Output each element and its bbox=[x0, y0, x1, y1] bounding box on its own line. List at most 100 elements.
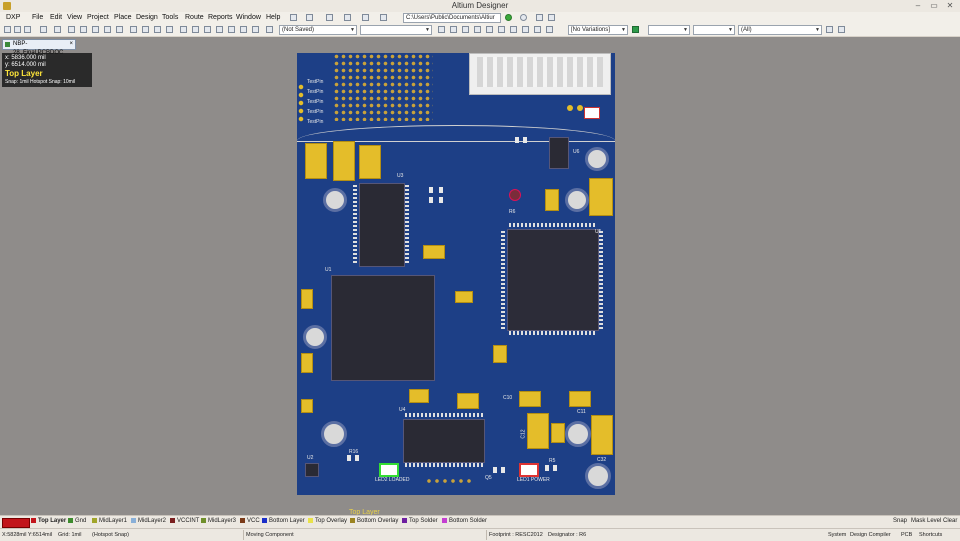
qfp-u5[interactable] bbox=[507, 229, 599, 331]
layer-color-icon[interactable] bbox=[632, 26, 639, 33]
capacitor[interactable] bbox=[545, 189, 559, 211]
multi-route-icon[interactable] bbox=[462, 26, 469, 33]
open-project-icon[interactable] bbox=[68, 26, 75, 33]
test-pin-row[interactable] bbox=[297, 83, 305, 123]
home-icon[interactable] bbox=[536, 14, 543, 21]
menu-file[interactable]: File bbox=[32, 14, 43, 21]
filter-icon[interactable] bbox=[326, 14, 333, 21]
mounting-hole[interactable] bbox=[323, 188, 347, 212]
smd-resistor-r5[interactable] bbox=[545, 465, 549, 471]
layer-tab-bottom-layer[interactable]: Bottom Layer bbox=[262, 518, 305, 524]
resistor-r6-selected[interactable] bbox=[509, 189, 521, 201]
transistor-q5[interactable] bbox=[501, 467, 505, 473]
layer-tab-gnd[interactable]: Gnd bbox=[68, 518, 86, 524]
mask-level-button[interactable]: Mask Level bbox=[911, 518, 941, 524]
tab-pcb-document[interactable]: NBP-28_Final.PCBDOC × bbox=[2, 39, 76, 56]
zoom-fit-icon[interactable] bbox=[80, 26, 87, 33]
smd-resistor-r16[interactable] bbox=[347, 455, 351, 461]
net-combo[interactable]: ▼ bbox=[693, 25, 735, 35]
blank-combo[interactable]: ▼ bbox=[360, 25, 432, 35]
zoom-area-icon[interactable] bbox=[92, 26, 99, 33]
mounting-hole[interactable] bbox=[585, 147, 609, 171]
move-icon[interactable] bbox=[192, 26, 199, 33]
test-point-row[interactable] bbox=[425, 477, 475, 485]
class-combo[interactable]: ▼ bbox=[648, 25, 690, 35]
layer-tab-top-solder[interactable]: Top Solder bbox=[402, 518, 438, 524]
menu-reports[interactable]: Reports bbox=[208, 14, 233, 21]
capacitor[interactable] bbox=[423, 245, 445, 259]
layer-tab-midlayer1[interactable]: MidLayer1 bbox=[92, 518, 127, 524]
transistor-q5[interactable] bbox=[493, 467, 497, 473]
panel-pcb-button[interactable]: PCB bbox=[901, 532, 912, 538]
capacitor-tantalum[interactable] bbox=[359, 145, 381, 179]
layer-tab-bottom-solder[interactable]: Bottom Solder bbox=[442, 518, 487, 524]
close-button[interactable]: ✕ bbox=[944, 1, 956, 10]
capacitor-tantalum[interactable] bbox=[333, 141, 355, 181]
menu-edit[interactable]: Edit bbox=[50, 14, 62, 21]
mounting-hole[interactable] bbox=[565, 421, 591, 447]
browse-icon[interactable] bbox=[266, 26, 273, 33]
via-array[interactable] bbox=[333, 53, 433, 121]
ic-u6[interactable] bbox=[549, 137, 569, 169]
component-icon[interactable] bbox=[534, 26, 541, 33]
maximize-button[interactable]: ▭ bbox=[928, 1, 940, 10]
room-icon[interactable] bbox=[362, 14, 369, 21]
layer-tab-bottom-overlay[interactable]: Bottom Overlay bbox=[350, 518, 398, 524]
bookmark-icon[interactable] bbox=[548, 14, 555, 21]
layer-tab-midlayer2[interactable]: MidLayer2 bbox=[131, 518, 166, 524]
interactive-route-icon[interactable] bbox=[438, 26, 445, 33]
capacitor[interactable] bbox=[551, 423, 565, 443]
close-tab-icon[interactable]: × bbox=[69, 40, 73, 49]
smd-resistor[interactable] bbox=[429, 197, 433, 203]
capacitor-tantalum[interactable] bbox=[589, 178, 613, 216]
panel-system-button[interactable]: System bbox=[828, 532, 846, 538]
capacitor-tantalum-c32[interactable] bbox=[591, 415, 613, 455]
menu-design[interactable]: Design bbox=[136, 14, 158, 21]
layer-tab-midlayer3[interactable]: MidLayer3 bbox=[201, 518, 236, 524]
fill-icon[interactable] bbox=[498, 26, 505, 33]
layer-tab-top-layer[interactable]: Top Layer bbox=[31, 518, 66, 524]
variations-combo[interactable]: [No Variations] ▼ bbox=[568, 25, 628, 35]
polygon-icon[interactable] bbox=[510, 26, 517, 33]
capacitor[interactable] bbox=[301, 399, 313, 413]
arc-icon[interactable] bbox=[486, 26, 493, 33]
capacitor[interactable] bbox=[493, 345, 507, 363]
smd-resistor[interactable] bbox=[515, 137, 519, 143]
string-icon[interactable] bbox=[522, 26, 529, 33]
menu-route[interactable]: Route bbox=[185, 14, 204, 21]
cross-probe-icon[interactable] bbox=[216, 26, 223, 33]
undo-icon[interactable] bbox=[228, 26, 235, 33]
ic-u4[interactable] bbox=[403, 419, 485, 463]
minimize-button[interactable]: – bbox=[912, 1, 924, 10]
mounting-hole[interactable] bbox=[321, 421, 347, 447]
menu-project[interactable]: Project bbox=[87, 14, 109, 21]
smd-resistor[interactable] bbox=[439, 187, 443, 193]
capacitor-tantalum[interactable] bbox=[305, 143, 327, 179]
redo-icon[interactable] bbox=[240, 26, 247, 33]
paste-icon[interactable] bbox=[154, 26, 161, 33]
led1-power[interactable] bbox=[519, 463, 539, 477]
menu-tools[interactable]: Tools bbox=[162, 14, 178, 21]
capacitor[interactable] bbox=[301, 353, 313, 373]
smd-resistor[interactable] bbox=[429, 187, 433, 193]
mounting-hole[interactable] bbox=[585, 463, 611, 489]
save-icon[interactable] bbox=[24, 26, 31, 33]
filter-combo[interactable]: (All) ▼ bbox=[738, 25, 822, 35]
pad-icon[interactable] bbox=[546, 26, 553, 33]
grid-icon[interactable] bbox=[306, 14, 313, 21]
capacitor[interactable] bbox=[301, 289, 313, 309]
zoom-icon[interactable] bbox=[54, 26, 61, 33]
mask-icon[interactable] bbox=[838, 26, 845, 33]
panel-design-compiler-button[interactable]: Design Compiler bbox=[850, 532, 891, 538]
pcb-board[interactable]: TestPin TestPin TestPin TestPin TestPin … bbox=[297, 53, 615, 516]
capacitor[interactable] bbox=[457, 393, 479, 409]
path-combo[interactable]: C:\Users\Public\Documents\Altiur bbox=[403, 13, 501, 23]
route-icon[interactable] bbox=[290, 14, 297, 21]
layer-tab-vcc[interactable]: VCC bbox=[240, 518, 260, 524]
cut-icon[interactable] bbox=[130, 26, 137, 33]
zoom-selected-icon[interactable] bbox=[104, 26, 111, 33]
go-icon[interactable] bbox=[505, 14, 512, 21]
align-icon[interactable] bbox=[344, 14, 351, 21]
smd-resistor-r5[interactable] bbox=[553, 465, 557, 471]
diff-pair-icon[interactable] bbox=[450, 26, 457, 33]
